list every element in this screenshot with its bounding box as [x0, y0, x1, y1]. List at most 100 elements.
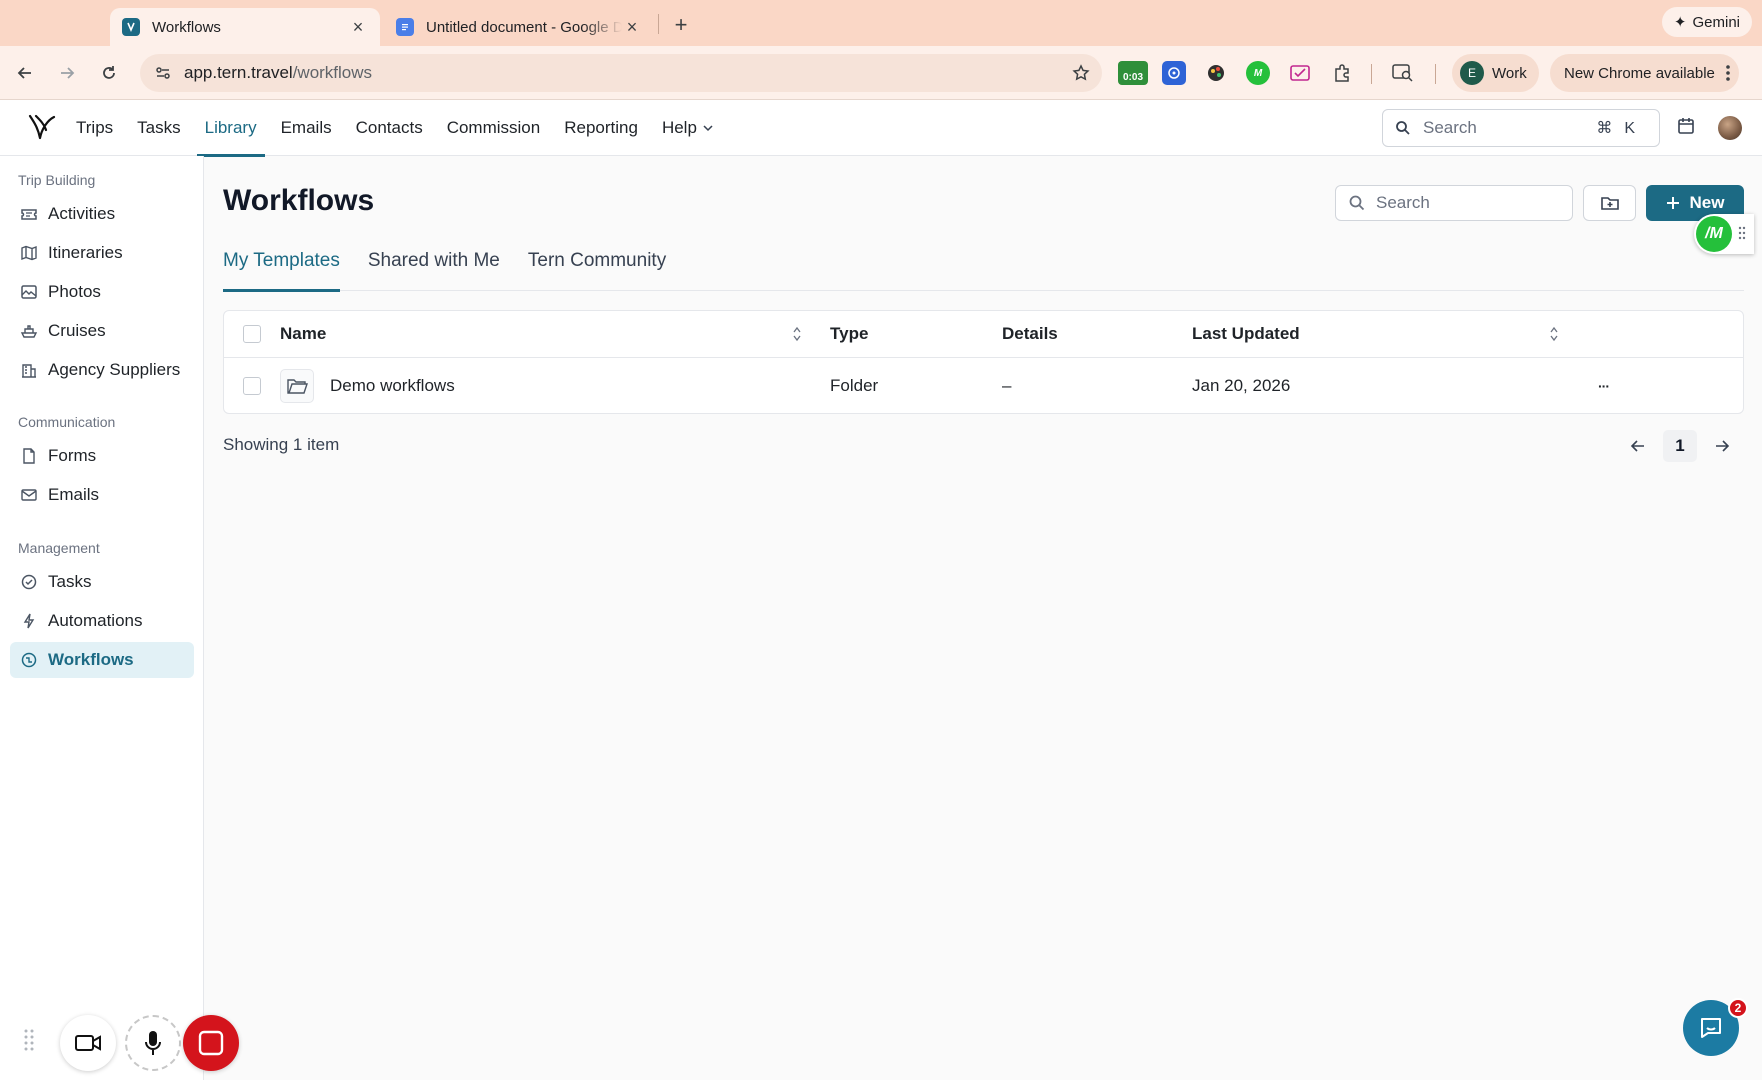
user-avatar[interactable]	[1718, 116, 1742, 140]
sidebar-item-cruises[interactable]: Cruises	[10, 313, 194, 349]
sidebar-section-trip-building: Trip Building	[18, 172, 96, 188]
folder-plus-icon	[1600, 197, 1619, 210]
ticket-icon	[21, 209, 37, 220]
bookmark-star-icon[interactable]	[1066, 58, 1096, 88]
blue-extension-icon[interactable]	[1162, 61, 1186, 85]
ship-icon	[20, 325, 38, 338]
chat-notification-badge: 2	[1728, 998, 1748, 1018]
camera-toggle-button[interactable]	[60, 1015, 116, 1071]
sidebar-item-emails[interactable]: Emails	[10, 477, 194, 513]
profile-chip[interactable]: E Work	[1452, 54, 1539, 92]
browser-tab-strip: Workflows × Untitled document - Google D…	[0, 0, 1762, 46]
new-folder-button[interactable]	[1583, 185, 1636, 221]
workflows-search-input[interactable]: Search	[1335, 185, 1573, 221]
stop-icon	[198, 1030, 224, 1056]
sidebar-item-label: Itineraries	[48, 243, 123, 262]
tab-search-icon[interactable]	[1391, 61, 1415, 85]
global-search-input[interactable]: Search ⌘K	[1382, 109, 1660, 147]
page-number-button[interactable]: 1	[1663, 430, 1697, 462]
browser-tab-workflows[interactable]: Workflows ×	[110, 8, 380, 46]
nav-contacts[interactable]: Contacts	[344, 100, 435, 156]
arrow-right-icon	[1716, 440, 1730, 452]
m-extension-icon[interactable]: M	[1246, 61, 1270, 85]
forward-button[interactable]	[52, 58, 82, 88]
microphone-toggle-button[interactable]	[125, 1015, 181, 1071]
column-header-name[interactable]: Name	[280, 311, 326, 357]
arrow-left-icon	[17, 67, 31, 79]
sidebar-item-tasks[interactable]: Tasks	[10, 564, 194, 600]
checkmail-extension-icon[interactable]	[1288, 61, 1312, 85]
folder-icon	[280, 369, 314, 403]
sidebar-item-agency-suppliers[interactable]: Agency Suppliers	[10, 352, 194, 388]
sidebar-item-workflows[interactable]: Workflows	[10, 642, 194, 678]
nav-library[interactable]: Library	[193, 100, 269, 157]
nav-commission[interactable]: Commission	[435, 100, 553, 156]
stop-recording-button[interactable]	[183, 1015, 239, 1071]
browser-tab-google-docs[interactable]: Untitled document - Google Docs ×	[384, 8, 654, 46]
more-vert-icon[interactable]	[1725, 64, 1731, 82]
drag-handle-icon[interactable]	[1738, 226, 1746, 240]
url-path: /workflows	[292, 63, 373, 82]
sidebar-item-automations[interactable]: Automations	[10, 603, 194, 639]
table-row[interactable]: Demo workflows Folder – Jan 20, 2026 ···	[224, 358, 1743, 414]
nav-help-label: Help	[661, 118, 697, 137]
tern-logo-icon[interactable]	[26, 112, 58, 144]
close-tab-icon[interactable]: ×	[348, 17, 368, 37]
row-name-cell[interactable]: Demo workflows	[280, 358, 455, 414]
sort-last-updated-icon[interactable]	[1549, 311, 1559, 357]
url-host: app.tern.travel	[184, 63, 293, 82]
url-text: app.tern.travel/workflows	[184, 63, 1066, 83]
sidebar-item-label: Agency Suppliers	[48, 360, 181, 379]
nav-help[interactable]: Help	[650, 100, 725, 156]
chevron-down-icon	[703, 124, 713, 132]
back-button[interactable]	[10, 58, 40, 88]
nav-emails[interactable]: Emails	[269, 100, 344, 156]
sidebar-item-photos[interactable]: Photos	[10, 274, 194, 310]
site-settings-icon[interactable]	[152, 62, 174, 84]
sidebar-item-itineraries[interactable]: Itineraries	[10, 235, 194, 271]
gemini-label: Gemini	[1692, 13, 1740, 31]
showing-count: Showing 1 item	[223, 435, 340, 454]
next-page-button[interactable]	[1708, 430, 1736, 462]
sidebar: Trip Building Activities Itineraries Pho…	[0, 156, 204, 1080]
recorder-drag-handle-icon[interactable]	[24, 1028, 34, 1052]
nav-tasks[interactable]: Tasks	[125, 100, 192, 156]
prev-page-button[interactable]	[1624, 430, 1652, 462]
check-circle-icon	[21, 574, 37, 590]
sidebar-item-label: Cruises	[48, 321, 106, 340]
close-tab-icon[interactable]: ×	[622, 17, 642, 37]
column-header-last-updated[interactable]: Last Updated	[1192, 311, 1300, 357]
address-bar[interactable]: app.tern.travel/workflows	[140, 54, 1102, 92]
microphone-icon	[145, 1031, 161, 1055]
row-checkbox[interactable]	[243, 358, 261, 414]
reload-button[interactable]	[94, 58, 124, 88]
timer-extension-icon[interactable]: 0:03	[1118, 61, 1148, 85]
nav-reporting[interactable]: Reporting	[552, 100, 650, 156]
search-icon	[1396, 121, 1410, 135]
sidebar-item-activities[interactable]: Activities	[10, 196, 194, 232]
tab-shared-with-me[interactable]: Shared with Me	[368, 246, 500, 291]
tab-my-templates[interactable]: My Templates	[223, 246, 340, 292]
gemini-sparkle-icon: ✦	[1673, 14, 1687, 31]
palette-extension-icon[interactable]	[1204, 61, 1228, 85]
sort-name-icon[interactable]	[792, 311, 802, 357]
row-name[interactable]: Demo workflows	[330, 376, 455, 396]
extensions-puzzle-icon[interactable]	[1330, 61, 1354, 85]
sidebar-item-label: Photos	[48, 282, 101, 301]
sidebar-item-label: Automations	[48, 611, 143, 630]
main-nav: Trips Tasks Library Emails Contacts Comm…	[64, 100, 725, 157]
google-docs-favicon-icon	[396, 18, 414, 36]
calendar-icon[interactable]	[1676, 116, 1700, 140]
tab-tern-community[interactable]: Tern Community	[528, 246, 666, 291]
select-all-checkbox[interactable]	[243, 311, 261, 357]
reload-icon	[103, 66, 115, 79]
new-tab-button[interactable]: +	[666, 10, 696, 40]
gemini-button[interactable]: ✦ Gemini	[1661, 7, 1752, 37]
browser-tab-title: Untitled document - Google Docs	[426, 18, 622, 36]
nav-trips[interactable]: Trips	[64, 100, 125, 156]
row-actions-menu[interactable]: ···	[1598, 358, 1610, 414]
sidebar-item-forms[interactable]: Forms	[10, 438, 194, 474]
app-header: Trips Tasks Library Emails Contacts Comm…	[0, 100, 1762, 157]
chrome-update-chip[interactable]: New Chrome available	[1550, 54, 1739, 92]
video-camera-icon	[75, 1035, 101, 1051]
